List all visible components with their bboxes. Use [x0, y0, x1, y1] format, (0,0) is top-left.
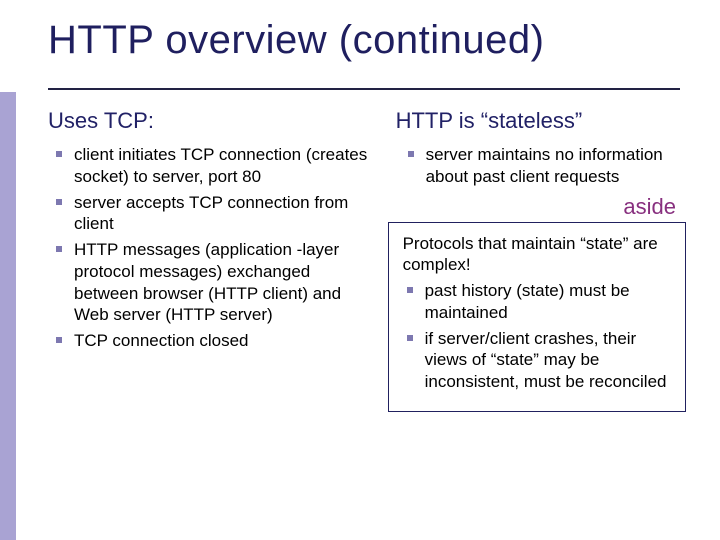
- right-column: HTTP is “stateless” server maintains no …: [388, 102, 690, 520]
- list-item: HTTP messages (application -layer protoc…: [54, 239, 372, 326]
- aside-box: Protocols that maintain “state” are comp…: [388, 222, 686, 412]
- left-column: Uses TCP: client initiates TCP connectio…: [48, 102, 376, 520]
- list-item: client initiates TCP connection (creates…: [54, 144, 372, 188]
- aside-label: aside: [388, 194, 690, 220]
- aside-lead-text: Protocols that maintain “state” are comp…: [403, 233, 675, 277]
- list-item: server accepts TCP connection from clien…: [54, 192, 372, 236]
- slide: HTTP overview (continued) Uses TCP: clie…: [0, 0, 720, 540]
- title-rule: [48, 88, 680, 90]
- accent-bar: [0, 92, 16, 540]
- left-heading: Uses TCP:: [48, 108, 376, 134]
- list-item: if server/client crashes, their views of…: [405, 328, 671, 393]
- right-bullet-list: server maintains no information about pa…: [388, 144, 690, 188]
- list-item: past history (state) must be maintained: [405, 280, 671, 324]
- slide-title: HTTP overview (continued): [48, 18, 544, 63]
- right-heading: HTTP is “stateless”: [388, 108, 690, 134]
- slide-body: Uses TCP: client initiates TCP connectio…: [48, 102, 690, 520]
- aside-bullet-list: past history (state) must be maintained …: [399, 280, 675, 393]
- list-item: TCP connection closed: [54, 330, 372, 352]
- left-bullet-list: client initiates TCP connection (creates…: [48, 144, 376, 352]
- list-item: server maintains no information about pa…: [406, 144, 686, 188]
